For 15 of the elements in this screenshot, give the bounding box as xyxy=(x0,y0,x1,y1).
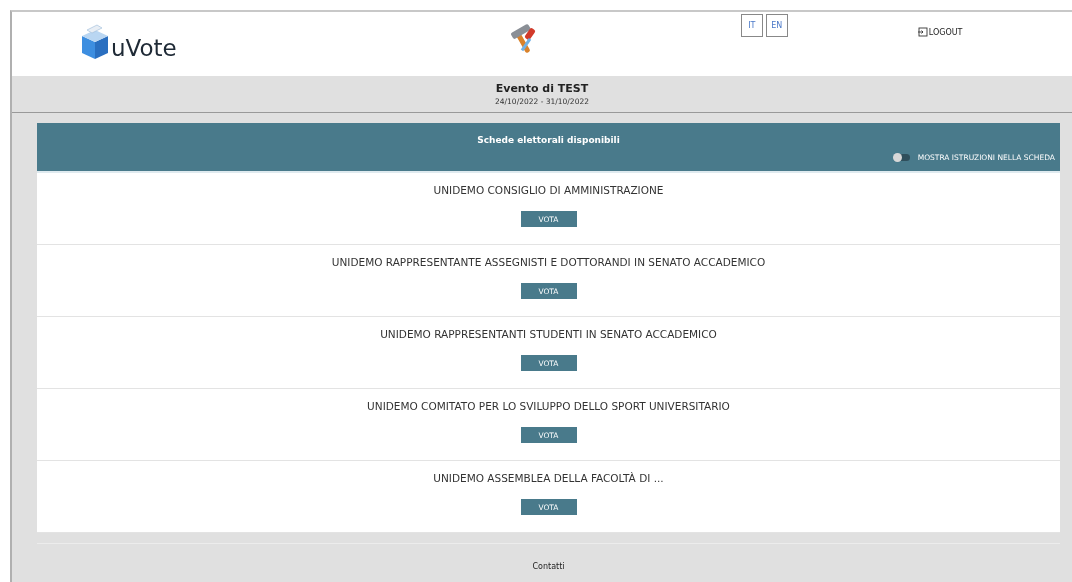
language-button[interactable]: IT xyxy=(740,14,763,37)
ballot-title: UNIDEMO ASSEMBLEA DELLA FACOLTÀ DI ... xyxy=(433,472,664,484)
exit-icon xyxy=(917,27,928,37)
panel-title: Schede elettorali disponibili xyxy=(477,135,620,145)
logout-button[interactable]: LOGOUT xyxy=(917,26,963,38)
toggle-switch[interactable] xyxy=(893,154,910,161)
ballot-box-icon xyxy=(80,24,110,60)
language-button[interactable]: EN xyxy=(765,14,788,37)
logo-text: uVote xyxy=(111,36,177,60)
contact-link[interactable]: Contatti xyxy=(532,562,565,571)
ballot-title: UNIDEMO RAPPRESENTANTI STUDENTI IN SENATO ACCADEMICO xyxy=(380,328,717,340)
ballot-title: UNIDEMO CONSIGLIO DI AMMINISTRAZIONE xyxy=(433,184,664,196)
event-title: Evento di TEST xyxy=(495,82,589,95)
ballot-title: UNIDEMO RAPPRESENTANTE ASSEGNISTI E DOTTORANDI IN SENATO ACCADEMICO xyxy=(331,256,766,268)
ballot-title: UNIDEMO COMITATO PER LO SVILUPPO DELLO SPORT UNIVERSITARIO xyxy=(367,400,730,412)
